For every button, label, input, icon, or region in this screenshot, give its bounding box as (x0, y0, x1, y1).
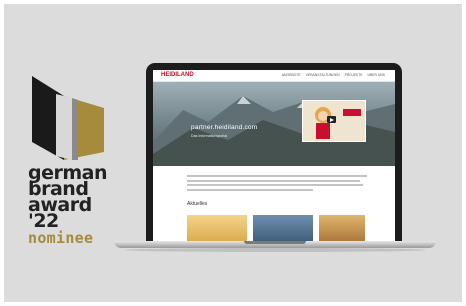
website-navbar: HEIDILAND ANGEBOTE VERANSTALTUNGEN PROJE… (153, 70, 395, 82)
nav-item-projekte[interactable]: PROJEKTE (345, 73, 363, 77)
website-logo[interactable]: HEIDILAND (161, 72, 194, 78)
laptop-base (114, 241, 436, 248)
nav-item-angebote[interactable]: ANGEBOTE (282, 73, 301, 77)
nav-item-veranstaltungen[interactable]: VERANSTALTUNGEN (306, 73, 340, 77)
intro-text-block (187, 175, 367, 193)
news-heading: Aktuelles (187, 201, 208, 207)
laptop-lid: HEIDILAND ANGEBOTE VERANSTALTUNGEN PROJE… (146, 63, 402, 241)
laptop-notch (244, 241, 306, 244)
award-wordmark: german brand award '22 nominee (28, 164, 108, 248)
website-menu: ANGEBOTE VERANSTALTUNGEN PROJEKTE ÜBER U… (282, 73, 385, 77)
award-status: nominee (28, 229, 94, 247)
news-tile-2[interactable] (253, 215, 313, 241)
hero-title: partner.heidiland.com (191, 124, 258, 131)
laptop-shadow (124, 248, 426, 252)
laptop-screen: HEIDILAND ANGEBOTE VERANSTALTUNGEN PROJE… (153, 70, 395, 241)
german-brand-award-logo (30, 76, 108, 165)
hero-subtitle: Das Informationsportal (191, 134, 228, 138)
news-tile-1[interactable] (187, 215, 247, 241)
news-tile-3[interactable] (319, 215, 365, 241)
nav-item-ueber-uns[interactable]: ÜBER UNS (367, 73, 385, 77)
play-icon[interactable] (327, 116, 336, 123)
